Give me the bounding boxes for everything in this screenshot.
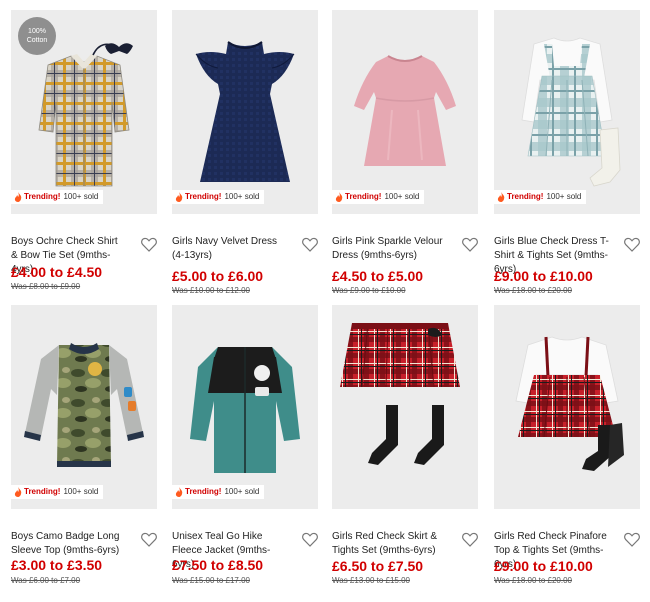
wishlist-heart-icon[interactable] <box>462 237 478 252</box>
product-card[interactable]: 100% Cotton Trending! 100+ sold Boys Och… <box>11 10 157 291</box>
product-card[interactable]: Trending! 100+ sold Boys Camo Badge Long… <box>11 305 157 585</box>
product-card[interactable]: Girls Red Check Pinafore Top & Tights Se… <box>494 305 640 585</box>
pink-velour-dress-image <box>354 55 456 166</box>
product-card[interactable]: Trending! 100+ sold Girls Blue Check Dre… <box>494 10 640 295</box>
sale-price: £3.00 to £3.50 <box>11 557 103 573</box>
product-name[interactable]: Girls Red Check Skirt & Tights Set (9mth… <box>332 530 448 558</box>
flame-icon <box>335 192 343 202</box>
trending-badge: Trending! 100+ sold <box>11 190 104 204</box>
product-card[interactable]: Trending! 100+ sold Unisex Teal Go Hike … <box>172 305 318 585</box>
wishlist-heart-icon[interactable] <box>302 532 318 547</box>
product-name[interactable]: Girls Pink Sparkle Velour Dress (9mths-6… <box>332 235 448 263</box>
trending-badge: Trending! 100+ sold <box>172 190 265 204</box>
wishlist-heart-icon[interactable] <box>462 532 478 547</box>
wishlist-heart-icon[interactable] <box>624 532 640 547</box>
trending-badge: Trending! 100+ sold <box>332 190 425 204</box>
product-image[interactable]: Trending! 100+ sold <box>332 10 478 214</box>
flame-icon <box>14 192 22 202</box>
product-image[interactable]: Trending! 100+ sold <box>11 305 157 509</box>
trending-badge: Trending! 100+ sold <box>172 485 265 499</box>
sold-count: 100+ sold <box>384 192 420 201</box>
product-name[interactable]: Girls Navy Velvet Dress (4-13yrs) <box>172 235 288 263</box>
trending-label: Trending! <box>507 192 544 201</box>
sold-count: 100+ sold <box>224 192 260 201</box>
flame-icon <box>175 192 183 202</box>
was-price: Was £6.00 to £7.00 <box>11 576 81 585</box>
wishlist-heart-icon[interactable] <box>624 237 640 252</box>
sale-price: £4.00 to £4.50 <box>11 264 103 280</box>
flame-icon <box>497 192 505 202</box>
blue-check-dress-set-image <box>521 37 621 187</box>
product-name[interactable]: Boys Camo Badge Long Sleeve Top (9mths-6… <box>11 530 127 558</box>
flame-icon <box>14 487 22 497</box>
wishlist-heart-icon[interactable] <box>141 532 157 547</box>
wishlist-heart-icon[interactable] <box>302 237 318 252</box>
sale-price: £4.50 to £5.00 <box>332 268 424 284</box>
trending-badge: Trending! 100+ sold <box>11 485 104 499</box>
sale-price: £9.00 to £10.00 <box>494 558 593 574</box>
product-card[interactable]: Trending! 100+ sold Girls Navy Velvet Dr… <box>172 10 318 295</box>
camo-badge-top-image <box>24 343 144 467</box>
product-image[interactable]: 100% Cotton Trending! 100+ sold <box>11 10 157 214</box>
product-image[interactable]: Trending! 100+ sold <box>494 10 640 214</box>
was-price: Was £10.00 to £12.00 <box>172 286 250 295</box>
was-price: Was £13.00 to £15.00 <box>332 576 410 585</box>
cotton-badge-line2: Cotton <box>26 37 48 44</box>
sold-count: 100+ sold <box>224 487 260 496</box>
sold-count: 100+ sold <box>63 192 99 201</box>
trending-label: Trending! <box>24 487 61 496</box>
sold-count: 100+ sold <box>63 487 99 496</box>
was-price: Was £18.00 to £20.00 <box>494 576 572 585</box>
red-check-skirt-set-image <box>340 322 460 465</box>
wishlist-heart-icon[interactable] <box>141 237 157 252</box>
sale-price: £7.50 to £8.50 <box>172 557 264 573</box>
trending-label: Trending! <box>345 192 382 201</box>
product-image[interactable]: Trending! 100+ sold <box>172 305 318 509</box>
product-card[interactable]: Girls Red Check Skirt & Tights Set (9mth… <box>332 305 478 585</box>
trending-label: Trending! <box>185 487 222 496</box>
product-image[interactable] <box>494 305 640 509</box>
trending-badge: Trending! 100+ sold <box>494 190 587 204</box>
product-card[interactable]: Trending! 100+ sold Girls Pink Sparkle V… <box>332 10 478 295</box>
product-image[interactable] <box>332 305 478 509</box>
sold-count: 100+ sold <box>546 192 582 201</box>
teal-fleece-jacket-image <box>190 347 300 473</box>
product-image[interactable]: Trending! 100+ sold <box>172 10 318 214</box>
cotton-badge: 100% Cotton <box>18 17 56 55</box>
sale-price: £6.50 to £7.50 <box>332 558 424 574</box>
trending-label: Trending! <box>24 192 61 201</box>
cotton-badge-line1: 100% <box>28 28 46 35</box>
was-price: Was £8.00 to £9.00 <box>11 282 81 291</box>
red-pinafore-set-image <box>515 336 624 471</box>
sale-price: £9.00 to £10.00 <box>494 268 593 284</box>
sale-price: £5.00 to £6.00 <box>172 268 264 284</box>
trending-label: Trending! <box>185 192 222 201</box>
flame-icon <box>175 487 183 497</box>
was-price: Was £9.00 to £10.00 <box>332 286 406 295</box>
was-price: Was £18.00 to £20.00 <box>494 286 572 295</box>
navy-velvet-dress-image <box>195 41 295 182</box>
was-price: Was £15.00 to £17.00 <box>172 576 250 585</box>
